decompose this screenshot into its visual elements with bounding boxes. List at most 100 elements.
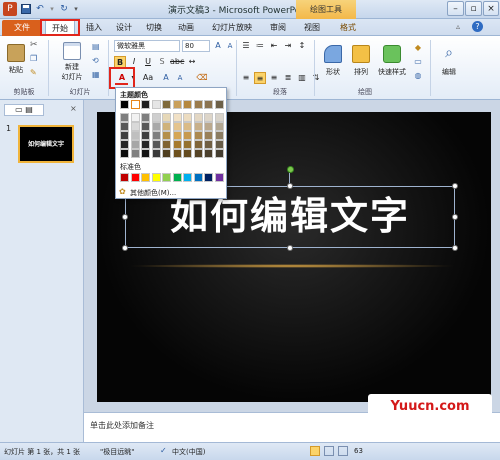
theme-color-shade-swatch[interactable] xyxy=(172,140,182,149)
theme-color-shade-swatch[interactable] xyxy=(193,113,203,122)
arrange-button[interactable]: 排列 xyxy=(348,39,374,83)
new-slide-button[interactable]: 新建 幻灯片 xyxy=(54,39,90,85)
copy-icon[interactable]: ❐ xyxy=(30,54,37,63)
slide-thumbnail[interactable]: 如何编辑文字 xyxy=(18,125,74,163)
theme-color-shade-swatch[interactable] xyxy=(162,131,171,140)
theme-color-swatch[interactable] xyxy=(130,100,140,109)
theme-color-shade-swatch[interactable] xyxy=(172,113,182,122)
minimize-button[interactable]: – xyxy=(447,1,464,16)
theme-color-shade-swatch[interactable] xyxy=(204,140,213,149)
theme-color-shade-swatch[interactable] xyxy=(204,149,213,158)
standard-color-swatch[interactable] xyxy=(162,173,171,182)
theme-color-shade-swatch[interactable] xyxy=(204,122,213,131)
tab-format[interactable]: 格式 xyxy=(334,20,362,36)
theme-color-swatch[interactable] xyxy=(214,100,224,109)
strikethrough-button[interactable]: abc xyxy=(170,56,184,68)
section-icon[interactable]: ▦ xyxy=(92,70,100,79)
standard-color-swatch[interactable] xyxy=(183,173,192,182)
shapes-button[interactable]: 形状 xyxy=(320,39,346,83)
theme-color-shade-swatch[interactable] xyxy=(183,113,192,122)
theme-color-shade-swatch[interactable] xyxy=(183,122,192,131)
theme-color-shade-swatch[interactable] xyxy=(214,140,224,149)
theme-color-shade-swatch[interactable] xyxy=(141,113,150,122)
theme-color-shade-swatch[interactable] xyxy=(141,131,150,140)
theme-color-shade-swatch[interactable] xyxy=(130,113,140,122)
theme-color-shade-swatch[interactable] xyxy=(204,131,213,140)
theme-color-shade-swatch[interactable] xyxy=(214,149,224,158)
standard-color-swatch[interactable] xyxy=(130,173,140,182)
shrink-font-icon[interactable]: A xyxy=(224,40,236,52)
columns-icon[interactable]: ▥ xyxy=(296,72,308,84)
theme-color-shade-swatch[interactable] xyxy=(120,140,129,149)
theme-color-shade-swatch[interactable] xyxy=(130,149,140,158)
standard-color-swatch[interactable] xyxy=(204,173,213,182)
collapse-ribbon-icon[interactable]: ▵ xyxy=(456,22,460,31)
tab-design[interactable]: 设计 xyxy=(112,20,136,36)
maximize-button[interactable]: ▫ xyxy=(465,1,482,16)
standard-color-swatch[interactable] xyxy=(214,173,224,182)
paste-button[interactable]: 粘贴 xyxy=(4,39,28,79)
shape-effects-icon[interactable]: ◍ xyxy=(412,70,424,82)
theme-color-shade-swatch[interactable] xyxy=(193,140,203,149)
theme-color-shade-swatch[interactable] xyxy=(130,122,140,131)
layout-icon[interactable]: ▤ xyxy=(92,42,100,51)
reset-icon[interactable]: ⟲ xyxy=(92,56,99,65)
tab-slideshow[interactable]: 幻灯片放映 xyxy=(206,20,258,36)
theme-color-shade-swatch[interactable] xyxy=(151,149,161,158)
standard-color-swatch[interactable] xyxy=(151,173,161,182)
shape-fill-icon[interactable]: ◆ xyxy=(412,42,424,54)
theme-color-swatch[interactable] xyxy=(141,100,150,109)
theme-color-shade-swatch[interactable] xyxy=(162,140,171,149)
close-pane-icon[interactable]: × xyxy=(70,104,77,113)
tab-review[interactable]: 审阅 xyxy=(266,20,290,36)
line-spacing-icon[interactable]: ↕ xyxy=(296,40,308,52)
theme-color-shade-swatch[interactable] xyxy=(214,131,224,140)
theme-color-shade-swatch[interactable] xyxy=(183,149,192,158)
resize-handle[interactable] xyxy=(452,214,458,220)
theme-color-shade-swatch[interactable] xyxy=(130,140,140,149)
theme-color-shade-swatch[interactable] xyxy=(151,131,161,140)
theme-color-shade-swatch[interactable] xyxy=(120,122,129,131)
tab-insert[interactable]: 插入 xyxy=(82,20,106,36)
format-painter-icon[interactable]: ✎ xyxy=(30,68,37,77)
save-icon[interactable] xyxy=(19,2,33,16)
resize-handle[interactable] xyxy=(287,245,293,251)
more-colors-item[interactable]: 其他颜色(M)... xyxy=(130,188,176,198)
theme-color-swatch[interactable] xyxy=(183,100,192,109)
theme-color-shade-swatch[interactable] xyxy=(193,131,203,140)
theme-color-shade-swatch[interactable] xyxy=(172,131,182,140)
shape-outline-icon[interactable]: ▭ xyxy=(412,56,424,68)
grow-font-icon[interactable]: A xyxy=(212,40,224,52)
theme-color-shade-swatch[interactable] xyxy=(151,113,161,122)
resize-handle[interactable] xyxy=(122,245,128,251)
shadow-button[interactable]: S xyxy=(156,56,168,68)
align-left-icon[interactable]: ≡ xyxy=(240,72,252,84)
theme-color-shade-swatch[interactable] xyxy=(151,122,161,131)
standard-color-swatch[interactable] xyxy=(141,173,150,182)
resize-handle[interactable] xyxy=(122,214,128,220)
theme-color-swatch[interactable] xyxy=(151,100,161,109)
theme-color-shade-swatch[interactable] xyxy=(120,131,129,140)
standard-color-swatch[interactable] xyxy=(193,173,203,182)
font-smaller-icon[interactable]: A xyxy=(174,72,186,84)
zoom-level[interactable]: 63 xyxy=(354,447,363,455)
theme-color-shade-swatch[interactable] xyxy=(120,149,129,158)
theme-color-shade-swatch[interactable] xyxy=(172,122,182,131)
resize-handle[interactable] xyxy=(452,245,458,251)
standard-color-swatch[interactable] xyxy=(172,173,182,182)
theme-color-shade-swatch[interactable] xyxy=(141,140,150,149)
font-size-combo[interactable]: 80 xyxy=(182,40,210,52)
normal-view-icon[interactable] xyxy=(310,446,320,456)
theme-name[interactable]: "极目远眺" xyxy=(100,447,134,457)
customize-quick-access-icon[interactable]: ▾ xyxy=(69,2,83,16)
tab-file[interactable]: 文件 xyxy=(2,20,42,36)
increase-indent-icon[interactable]: ⇥ xyxy=(282,40,294,52)
resize-handle[interactable] xyxy=(452,183,458,189)
bullets-icon[interactable]: ☰ xyxy=(240,40,252,52)
change-case-button[interactable]: Aa xyxy=(142,72,154,84)
theme-color-swatch[interactable] xyxy=(204,100,213,109)
numbering-icon[interactable]: ≔ xyxy=(254,40,266,52)
help-icon[interactable]: ? xyxy=(472,21,483,32)
theme-color-swatch[interactable] xyxy=(120,100,129,109)
slides-tab[interactable]: ▭ ▤ xyxy=(4,104,44,116)
